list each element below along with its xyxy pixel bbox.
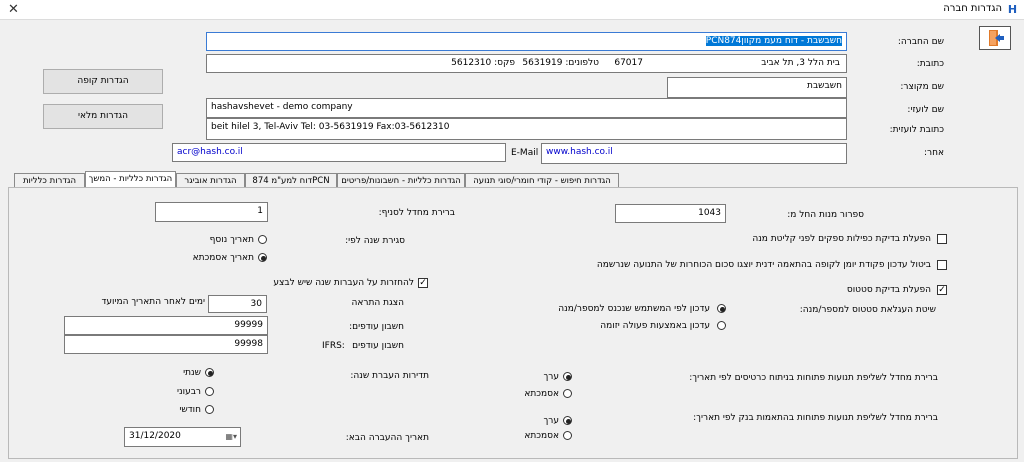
- email-input[interactable]: acr@hash.co.il: [172, 143, 506, 162]
- transfer-frequency-label: תדירות העברת שנה:: [350, 371, 429, 381]
- radio-bank-value[interactable]: [563, 416, 572, 425]
- exit-icon: [989, 30, 1004, 46]
- surplus-ifrs-input[interactable]: 99998: [64, 335, 268, 354]
- radio-update-user-label: עדכון לפי המשתמש שנכנס למספר/מנה: [558, 304, 710, 314]
- opening-number-input[interactable]: 1043: [615, 204, 726, 223]
- ifrs-tag: IFRS:: [322, 341, 345, 351]
- inventory-settings-button[interactable]: הגדרות מלאי: [43, 104, 163, 129]
- radio-freq-monthly[interactable]: [205, 405, 214, 414]
- company-name-input[interactable]: חשבשבת - דוח מעמ מקווןPCN874: [206, 32, 847, 51]
- radio-update-action-label: עדכון באמצעות פעולה יזומה: [600, 321, 710, 331]
- title-bar: H הגדרות חברה ✕: [0, 0, 1024, 20]
- calendar-dropdown-icon[interactable]: ▦▾: [225, 428, 237, 445]
- address-phones: טלפונים: 5631919: [522, 58, 599, 68]
- radio-freq-quarterly[interactable]: [205, 387, 214, 396]
- radio-filter-reference-label: אסמכתא: [524, 389, 559, 399]
- foreign-name-input[interactable]: hashavshevet - demo company: [206, 98, 847, 118]
- address-street: בית הלל 3, תל אביב: [761, 58, 840, 68]
- tab-vat-report[interactable]: דוח למע"מ 874PCN: [245, 173, 337, 188]
- address-input[interactable]: בית הלל 3, תל אביב 67017 טלפונים: 563191…: [206, 54, 847, 73]
- tab-obliger-settings[interactable]: הגדרות אוביגר: [176, 173, 245, 188]
- radio-filter-value[interactable]: [563, 372, 572, 381]
- address-label: כתובת:: [916, 59, 944, 69]
- radio-year-reference-date-label: תאריך אסמכתא: [192, 253, 254, 263]
- status-method-label: שיטת העגלאת סטטוס למספר/מנה:: [799, 305, 936, 315]
- default-branch-input[interactable]: 1: [155, 202, 268, 222]
- other-label: אחר:: [923, 148, 944, 158]
- default-branch-label: ברירת מחדל לסניף:: [378, 208, 455, 218]
- alert-days-suffix: ימים לאחר התאריך המיועד: [101, 297, 205, 307]
- next-transfer-date-picker[interactable]: 31/12/2020 ▦▾: [124, 427, 241, 447]
- radio-filter-reference[interactable]: [563, 389, 572, 398]
- chk-cancel-journal-label: ביטול עדכון פקודת יומן לקופה בהתאמה ידני…: [596, 260, 931, 270]
- radio-freq-monthly-label: חודשי: [179, 405, 201, 415]
- foreign-name-label: שם לועזי:: [907, 105, 944, 115]
- radio-year-reference-date[interactable]: [258, 253, 267, 262]
- chk-return-transfers[interactable]: ✓: [418, 278, 428, 288]
- alert-days-input[interactable]: 30: [208, 295, 267, 313]
- company-name-code: PCN874: [705, 36, 742, 46]
- chk-return-transfers-label: להחזרות על העברות שנה שיש לבצע: [273, 278, 414, 288]
- default-bank-label: ברירת מחדל לשליפת תנועות פתוחות בהתאמות …: [693, 413, 938, 423]
- close-icon[interactable]: ✕: [8, 2, 19, 17]
- radio-year-extra-date[interactable]: [258, 235, 267, 244]
- chk-cancel-journal[interactable]: [937, 260, 947, 270]
- radio-bank-reference[interactable]: [563, 431, 572, 440]
- radio-freq-quarterly-label: רבעוני: [177, 387, 201, 397]
- chk-supplier-duplicates-label: הפעלת בדיקת כפילות ספקים לפני קליטת מנה: [752, 234, 931, 244]
- tab-general-accounts[interactable]: הגדרות כלליות - חשבונות/פריטים: [337, 173, 465, 188]
- radio-year-extra-date-label: תאריך נוסף: [209, 235, 254, 245]
- website-input[interactable]: www.hash.co.il: [541, 143, 847, 164]
- cash-settings-button[interactable]: הגדרות קופה: [43, 69, 163, 94]
- chk-status-check[interactable]: ✓: [937, 285, 947, 295]
- radio-update-user[interactable]: [717, 304, 726, 313]
- default-filter-label: ברירת מחדל לשליפת תנועות פתוחות בניתוח כ…: [689, 373, 938, 383]
- window-title: הגדרות חברה: [943, 3, 1002, 14]
- opening-number-label: ספרור מנות החל מ:: [787, 210, 864, 220]
- foreign-address-input[interactable]: beit hilel 3, Tel-Aviv Tel: 03-5631919 F…: [206, 118, 847, 140]
- radio-bank-value-label: ערך: [543, 416, 559, 426]
- next-transfer-date-value: 31/12/2020: [129, 431, 181, 441]
- tab-general-continued[interactable]: הגדרות כלליות - המשך: [85, 171, 176, 188]
- radio-update-action[interactable]: [717, 321, 726, 330]
- company-name-selected: חשבשבת - דוח מעמ מקוון: [741, 36, 842, 46]
- short-name-label: שם מקוצר:: [900, 82, 944, 92]
- short-name-input[interactable]: חשבשבת: [667, 77, 847, 98]
- alert-label: הצגת התראה: [351, 298, 404, 308]
- radio-filter-value-label: ערך: [543, 372, 559, 382]
- surplus-account-input[interactable]: 99999: [64, 316, 268, 335]
- exit-button[interactable]: [979, 26, 1011, 50]
- chk-status-check-label: הפעלת בדיקת סטטוס: [846, 285, 931, 295]
- radio-freq-yearly-label: שנתי: [183, 368, 201, 378]
- surplus-account-label: חשבון עודפים:: [349, 322, 404, 332]
- chk-supplier-duplicates[interactable]: [937, 234, 947, 244]
- surplus-ifrs-label: חשבון עודפים: [352, 341, 404, 351]
- year-close-label: סגירת שנה לפי:: [345, 236, 405, 246]
- tab-general[interactable]: הגדרות כלליות: [14, 173, 85, 188]
- address-fax: פקס: 5612310: [451, 58, 515, 68]
- address-zip: 67017: [614, 58, 643, 68]
- radio-freq-yearly[interactable]: [205, 368, 214, 377]
- app-icon: H: [1007, 3, 1018, 16]
- next-transfer-label: תאריך ההעברה הבא:: [345, 433, 429, 443]
- tab-search-settings[interactable]: הגדרות חיפוש - קודי חומרי/סוגי תנועה: [465, 173, 619, 188]
- foreign-address-label: כתובת לועזית:: [889, 125, 944, 135]
- radio-bank-reference-label: אסמכתא: [524, 431, 559, 441]
- email-label: E-Mail: [511, 148, 539, 158]
- company-name-label: שם החברה:: [897, 37, 944, 47]
